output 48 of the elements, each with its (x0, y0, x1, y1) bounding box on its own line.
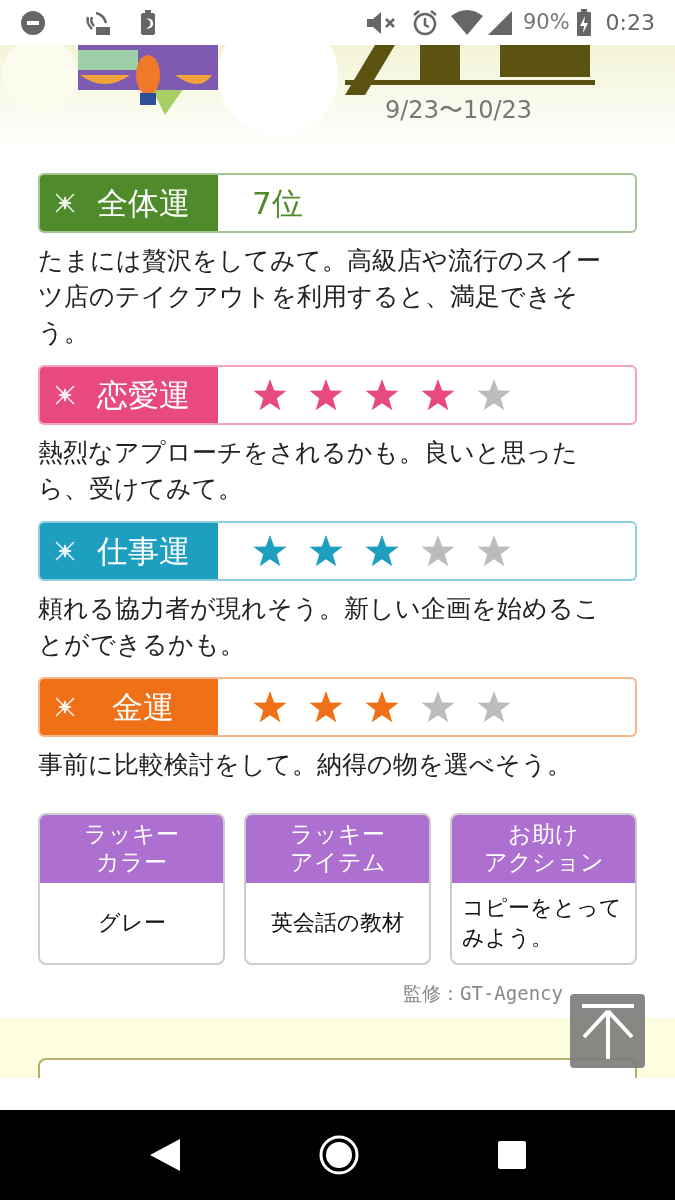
date-range: 9/23〜10/23 (385, 95, 533, 126)
star-icon (252, 378, 288, 412)
star-icon (420, 378, 456, 412)
card-value: 英会話の教材 (271, 909, 404, 937)
card-title: ラッキー (290, 820, 385, 848)
category-label: 仕事運 (95, 535, 191, 567)
star-icon (420, 690, 456, 724)
star-icon (364, 534, 400, 568)
battery-percent: 90% (522, 8, 570, 36)
card-value: コピーをとってみよう。 (462, 894, 623, 952)
recent-apps-icon[interactable] (496, 1140, 527, 1170)
star-icon (364, 690, 400, 724)
card-title: アクション (483, 848, 604, 876)
card-title: ラッキー (84, 820, 179, 848)
credit-text: 監修：GT-Agency (403, 981, 563, 1006)
card-title: お助け (508, 820, 579, 848)
fortune-description: 事前に比較検討をして。納得の物を選べそう。 (38, 749, 573, 781)
star-icon (308, 690, 344, 724)
category-label: 全体運 (95, 187, 191, 219)
signal-icon (486, 9, 513, 36)
back-icon[interactable] (148, 1137, 183, 1173)
card-title: カラー (96, 848, 167, 876)
fortune-description: 熱烈なアプローチをされるかも。良いと思ったら、受けてみて。 (38, 437, 579, 505)
star-icon (308, 378, 344, 412)
star-icon (476, 534, 512, 568)
back-to-top-button[interactable] (570, 994, 645, 1068)
star-icon (308, 534, 344, 568)
star-icon (476, 378, 512, 412)
battery-charging-icon (575, 8, 592, 37)
category-label: 恋愛運 (95, 379, 191, 411)
star-icon (252, 534, 288, 568)
home-icon[interactable] (318, 1134, 361, 1176)
battery-saver-icon (140, 9, 156, 36)
arrow-up-icon (579, 1003, 636, 1059)
star-icon (252, 690, 288, 724)
fortune-description: たまには贅沢をしてみて。高級店や流行のスイーツ店のテイクアウトを利用すると、満足できそう。 (38, 245, 602, 349)
mute-icon (364, 9, 397, 36)
card-value: グレー (97, 909, 166, 937)
star-icon (420, 534, 456, 568)
do-not-disturb-icon (20, 9, 46, 36)
rank-value: 7位 (252, 183, 303, 223)
star-icon (476, 690, 512, 724)
star-icon (364, 378, 400, 412)
category-label: 金運 (111, 691, 175, 723)
fortune-description: 頼れる協力者が現れそう。新しい企画を始めることができるかも。 (38, 593, 601, 661)
wifi-icon (450, 9, 483, 36)
card-title: アイテム (289, 848, 386, 876)
clock: 0:23 (605, 9, 655, 37)
